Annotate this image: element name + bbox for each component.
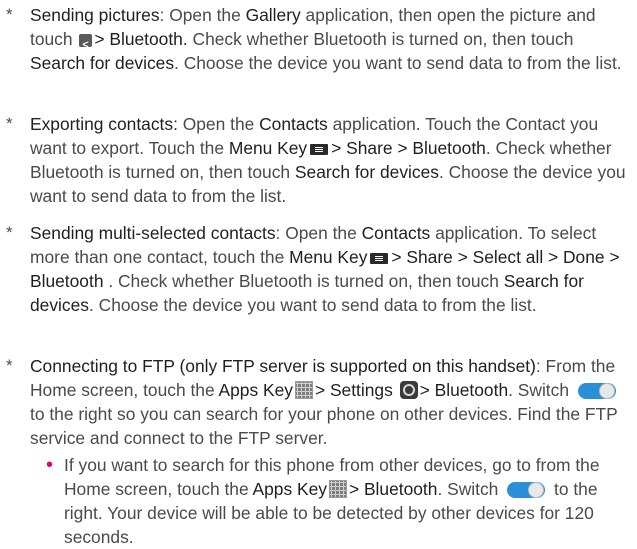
item-text: Sending multi-selected contacts: Open th…	[30, 223, 620, 315]
list-item-sending-multi-selected-contacts: * Sending multi-selected contacts: Open …	[6, 221, 633, 317]
bullet-star: *	[6, 114, 13, 133]
bullet-dot: •	[46, 454, 54, 476]
item-text: If you want to search for this phone fro…	[64, 455, 600, 547]
bullet-star: *	[6, 223, 13, 242]
list-item-exporting-contacts: * Exporting contacts: Open the Contacts …	[6, 112, 633, 208]
arrow-label: >	[419, 380, 430, 400]
settings-label: > Settings	[314, 380, 393, 400]
gallery-label: Gallery	[245, 5, 301, 25]
bluetooth-path: > Bluetooth	[348, 479, 438, 499]
sub-list-item-search-from-other-devices: • If you want to search for this phone f…	[46, 453, 633, 549]
menu-key-icon	[310, 144, 329, 155]
menu-key-icon	[370, 253, 389, 264]
apps-key-icon	[294, 381, 313, 399]
search-for-devices-label: Search for devices	[294, 162, 439, 182]
contacts-label: Contacts	[361, 223, 431, 243]
menu-key-label: Menu Key	[228, 138, 308, 158]
item-text: Sending pictures: Open the Gallery appli…	[30, 3, 633, 75]
item-text: Connecting to FTP (only FTP server is su…	[30, 356, 618, 448]
apps-key-label: Apps Key	[218, 380, 293, 400]
bullet-star: *	[6, 5, 13, 24]
share-bluetooth-path: > Share > Bluetooth	[331, 138, 486, 158]
search-for-devices-label: Search for devices	[30, 53, 175, 73]
list-item-sending-pictures: * Sending pictures: Open the Gallery app…	[6, 3, 633, 75]
bluetooth-switch-icon	[577, 383, 616, 399]
item-heading: Sending pictures	[30, 5, 160, 25]
menu-key-label: Menu Key	[289, 247, 368, 267]
list-item-connecting-to-ftp: * Connecting to FTP (only FTP server is …	[6, 354, 633, 450]
item-heading: Sending multi-selected contacts	[30, 223, 276, 243]
settings-gear-icon	[399, 381, 418, 399]
bluetooth-label: Bluetooth	[434, 380, 509, 400]
contacts-label: Contacts	[259, 114, 328, 134]
item-text: Exporting contacts: Open the Contacts ap…	[30, 114, 626, 206]
manual-page: * Sending pictures: Open the Gallery app…	[0, 0, 637, 549]
share-icon	[79, 33, 93, 57]
bullet-star: *	[6, 356, 13, 375]
bluetooth-switch-icon	[507, 482, 546, 498]
bluetooth-path: > Bluetooth.	[94, 29, 188, 49]
apps-key-icon	[328, 480, 347, 498]
item-heading: Exporting contacts:	[30, 114, 178, 134]
apps-key-label: Apps Key	[252, 479, 327, 499]
item-heading: Connecting to FTP (only FTP server is su…	[30, 356, 536, 376]
